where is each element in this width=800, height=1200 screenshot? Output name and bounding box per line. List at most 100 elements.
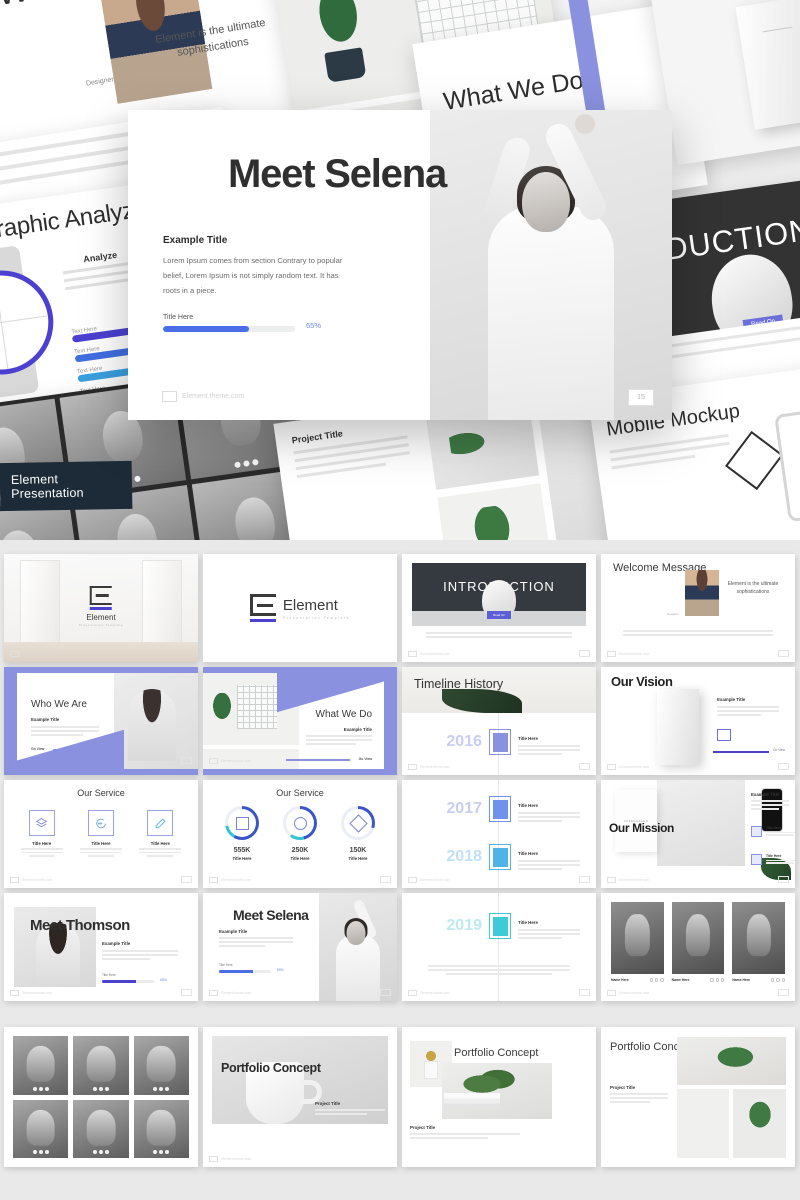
go-view-label[interactable]: Go View xyxy=(773,748,785,752)
team-photo xyxy=(133,1099,189,1158)
thumb-timeline-2019[interactable]: 2019 Title Here Element.theme.com xyxy=(402,893,596,1001)
stat-value: 555K xyxy=(233,847,251,854)
leaf-decor xyxy=(442,689,522,713)
our-mission-title: Our Mission xyxy=(609,821,674,835)
featured-slide-left: Meet Selena Example Title Lorem Ipsum co… xyxy=(128,110,447,420)
timeline-item-title: Title Here xyxy=(518,803,538,808)
timeline-year: 2019 xyxy=(446,917,482,935)
thumb-introduction[interactable]: INTRODUCTION Read On Element.theme.com xyxy=(402,554,596,662)
element-logo-icon xyxy=(249,594,276,616)
thumb-our-service-icons[interactable]: Our Service Title Here Title Here Title … xyxy=(4,780,198,888)
member-name: Name Here xyxy=(732,978,751,982)
member-photo xyxy=(671,902,725,974)
project-image xyxy=(437,483,552,540)
featured-footer-text: Element.theme.com xyxy=(182,393,245,400)
pot-decor xyxy=(324,47,367,83)
monitor-icon xyxy=(235,816,249,830)
slide-footer: Element.theme.com xyxy=(607,651,649,657)
stat-ring: 555K Title Here xyxy=(216,806,268,861)
featured-heading: Example Title xyxy=(163,235,228,246)
ring-chart xyxy=(283,806,317,840)
go-view-label[interactable]: Go View xyxy=(31,747,44,751)
thumbnail-row: Meet Thomson Example Title Title Here 65… xyxy=(0,893,800,1001)
featured-progress-percent: 65% xyxy=(306,321,322,330)
meet-thomson-title: Meet Thomson xyxy=(30,917,130,934)
featured-page-number: 15 xyxy=(628,389,654,406)
slide-page-number xyxy=(380,876,391,883)
go-view-line xyxy=(286,759,350,761)
thumb-welcome-message[interactable]: Welcome Message Designer Element is the … xyxy=(601,554,795,662)
thumb-timeline-2016[interactable]: Timeline History 2016 Title Here Element… xyxy=(402,667,596,775)
mission-feature-title: Title Here xyxy=(766,826,782,830)
timeline-year: 2018 xyxy=(446,848,482,866)
succulent-photo xyxy=(733,1089,786,1158)
social-dots[interactable] xyxy=(710,978,725,982)
timeline-item-title: Title Here xyxy=(518,920,538,925)
cover-brand-tagline: Presentation Template xyxy=(78,622,124,627)
wire-grid-decor xyxy=(237,685,277,729)
team-photo xyxy=(13,1099,69,1158)
thumb-our-service-stats[interactable]: Our Service 555K Title Here 250K Title H… xyxy=(203,780,397,888)
slide-footer-text: Element.theme.com xyxy=(619,991,650,995)
timeline-icon xyxy=(489,729,511,756)
who-we-are-photo xyxy=(114,673,198,769)
go-view-label[interactable]: Go View xyxy=(359,757,372,761)
infographic-heading: Analyze xyxy=(82,249,118,265)
member-row: Name Here xyxy=(732,978,786,982)
member-row: Name Here xyxy=(611,978,664,982)
meet-selena-title: Meet Selena xyxy=(233,907,309,923)
thumb-our-vision[interactable]: Our Vision Example Title Go View Element… xyxy=(601,667,795,775)
social-dots[interactable] xyxy=(770,978,786,982)
thumbnail-grid: Element Presentation Template Element.th… xyxy=(0,540,800,1167)
thumb-who-we-are[interactable]: Who We Are Example Title Go View xyxy=(4,667,198,775)
read-on-button[interactable]: Read On xyxy=(486,611,512,619)
social-dots[interactable] xyxy=(649,978,664,982)
project-title: Project Title xyxy=(315,1101,341,1106)
logo-mark xyxy=(249,594,276,622)
slide-footer-text: Element.theme.com xyxy=(221,1157,252,1161)
service-card-title: Title Here xyxy=(32,841,52,846)
thumb-portfolio-mug[interactable]: Portfolio Concept Project Title Element.… xyxy=(203,1027,397,1167)
slide-footer-text: Element.theme.com xyxy=(221,878,252,882)
edit-icon xyxy=(147,810,174,836)
mission-feature: Title Here xyxy=(751,854,795,865)
thumb-timeline-2017-2018[interactable]: 2017 Title Here 2018 Title Here Element.… xyxy=(402,780,596,888)
timeline-item-title: Title Here xyxy=(518,851,538,856)
slide-page-number xyxy=(579,763,590,770)
thumb-portfolio-leaf[interactable]: Portfolio Concept Project Title xyxy=(601,1027,795,1167)
stat-label: Title Here xyxy=(232,856,252,861)
portfolio-title: Portfolio Concept xyxy=(454,1047,539,1059)
leaf-photo xyxy=(677,1037,786,1085)
slide-footer: Element.theme.com xyxy=(408,990,450,996)
who-we-are-heading: Example Title xyxy=(31,717,60,722)
stat-ring: 150K Title Here xyxy=(332,806,384,861)
thumb-our-team[interactable]: Name Here Name Here Name Here Element.th… xyxy=(601,893,795,1001)
slide-page-number xyxy=(579,989,590,996)
selena-photo xyxy=(319,893,397,1001)
slide-page-number xyxy=(181,876,192,883)
featured-slide[interactable]: Meet Selena Example Title Lorem Ipsum co… xyxy=(128,110,672,420)
team-member: Name Here xyxy=(611,902,664,982)
member-photo xyxy=(611,902,664,974)
thumb-team-grid[interactable] xyxy=(4,1027,198,1167)
thumb-what-we-do[interactable]: What We Do Example Title Go View Element… xyxy=(203,667,397,775)
slide-logo-icon xyxy=(607,651,616,657)
slide-footer-text: Element.theme.com xyxy=(619,878,650,882)
thumb-meet-thomson[interactable]: Meet Thomson Example Title Title Here 65… xyxy=(4,893,198,1001)
portfolio-body xyxy=(410,1133,520,1141)
what-we-do-title: What We Do xyxy=(315,709,373,720)
our-vision-body xyxy=(717,706,779,719)
thumb-logo[interactable]: Element Presentation Template xyxy=(203,554,397,662)
progress-percent: 65% xyxy=(277,968,284,972)
slide-page-number xyxy=(380,989,391,996)
thumb-portfolio-plant[interactable]: Portfolio Concept Project Title xyxy=(402,1027,596,1167)
thumb-cover-door[interactable]: Element Presentation Template Element.th… xyxy=(4,554,198,662)
thumb-our-mission[interactable]: COPENHAGEN Our Mission Example Title Tit… xyxy=(601,780,795,888)
thumb-meet-selena[interactable]: Meet Selena Example Title Title Here 65%… xyxy=(203,893,397,1001)
figure-body xyxy=(487,206,614,420)
ring-chart xyxy=(341,806,375,840)
what-we-do-body xyxy=(306,735,372,748)
featured-body: Lorem Ipsum comes from section Contrary … xyxy=(163,256,343,296)
who-we-are-body xyxy=(31,726,99,739)
timeline-header: Timeline History xyxy=(402,667,596,713)
